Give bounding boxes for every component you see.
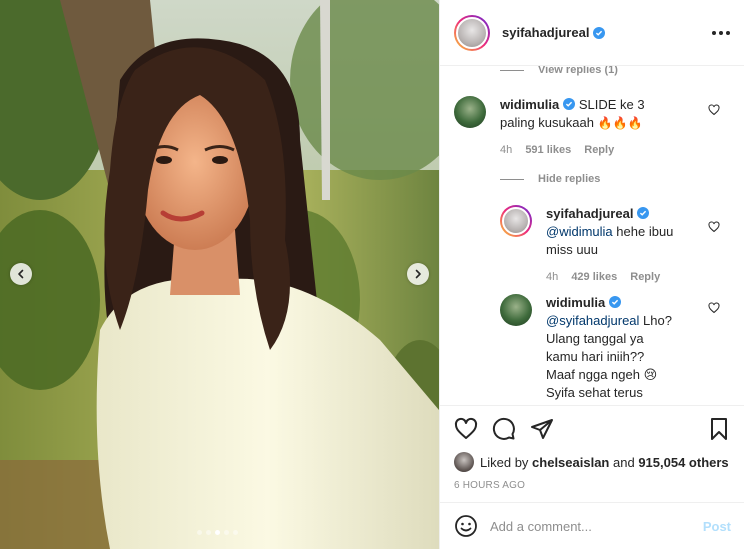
verified-badge-icon <box>593 26 606 39</box>
author-avatar[interactable] <box>454 14 490 51</box>
post-side-panel: syifahadjureal View replies (1) widimuli… <box>439 0 744 549</box>
previous-photo-button[interactable] <box>10 263 32 285</box>
chevron-left-icon <box>18 269 24 279</box>
carousel-indicator <box>197 530 238 535</box>
chevron-right-icon <box>415 269 421 279</box>
reply-button[interactable]: Reply <box>584 144 614 156</box>
share-paper-plane-icon[interactable] <box>530 417 554 441</box>
carousel-dot <box>224 530 229 535</box>
verified-badge-icon <box>563 98 576 110</box>
commenter-avatar[interactable] <box>500 205 532 237</box>
comment-mention[interactable]: @syifahadjureal <box>546 313 639 328</box>
photo-scene <box>0 0 439 549</box>
comment-likes[interactable]: 429 likes <box>571 271 617 283</box>
likes-count-button[interactable]: 915,054 others <box>638 455 728 470</box>
post-actions: Liked by chelseaislan and 915,054 others… <box>440 405 744 491</box>
carousel-dot <box>215 530 220 535</box>
emoji-smiley-icon[interactable] <box>454 514 478 538</box>
comment-username[interactable]: widimulia <box>546 295 605 310</box>
fire-emoji: 🔥🔥🔥 <box>597 116 643 130</box>
comment-username[interactable]: syifahadjureal <box>546 206 633 221</box>
author-username[interactable]: syifahadjureal <box>502 25 589 40</box>
view-replies-label: View replies (1) <box>538 66 618 76</box>
liker-avatar[interactable] <box>454 452 474 472</box>
commenter-avatar[interactable] <box>454 96 486 128</box>
comment-likes[interactable]: 591 likes <box>525 144 571 156</box>
comment-input[interactable] <box>490 518 690 534</box>
liker-username[interactable]: chelseaislan <box>532 455 609 470</box>
hide-replies-label: Hide replies <box>538 173 601 185</box>
carousel-dot <box>206 530 211 535</box>
more-options-button[interactable] <box>712 25 730 41</box>
liked-by-summary: Liked by chelseaislan and 915,054 others <box>440 452 744 472</box>
like-comment-heart-icon[interactable] <box>708 302 720 314</box>
liked-by-prefix: Liked by <box>480 454 529 470</box>
next-photo-button[interactable] <box>407 263 429 285</box>
liked-by-and: and <box>613 454 635 470</box>
comment-reply: widimulia @syifahadjureal Lho? Ulang tan… <box>500 294 720 406</box>
post-timestamp[interactable]: 6 HOURS AGO <box>440 480 744 491</box>
comment-mention[interactable]: @widimulia <box>546 224 613 239</box>
add-comment-bar: Post <box>440 502 744 549</box>
carousel-dot <box>233 530 238 535</box>
comment-username[interactable]: widimulia <box>500 97 559 112</box>
save-bookmark-icon[interactable] <box>707 417 731 441</box>
post-photo <box>0 0 439 549</box>
commenter-avatar[interactable] <box>500 294 532 326</box>
like-heart-icon[interactable] <box>454 417 478 441</box>
comment-reply: syifahadjureal @widimulia hehe ibuu miss… <box>500 205 720 286</box>
comment-bubble-icon[interactable] <box>492 417 516 441</box>
post-comment-button[interactable]: Post <box>703 519 731 534</box>
action-bar <box>440 406 744 452</box>
comment-time[interactable]: 4h <box>500 144 512 156</box>
hide-replies-toggle[interactable]: Hide replies <box>500 173 600 185</box>
like-comment-heart-icon[interactable] <box>708 104 720 116</box>
like-comment-heart-icon[interactable] <box>708 221 720 233</box>
verified-badge-icon <box>609 296 622 308</box>
view-replies-toggle[interactable]: View replies (1) <box>500 66 618 76</box>
verified-badge-icon <box>637 207 650 219</box>
comment: widimulia SLIDE ke 3 paling kusukaah 🔥🔥🔥… <box>454 96 724 159</box>
reply-button[interactable]: Reply <box>630 271 660 283</box>
comment-time[interactable]: 4h <box>546 271 558 283</box>
comments-list: View replies (1) widimulia SLIDE ke 3 pa… <box>440 66 744 406</box>
post-header: syifahadjureal <box>440 0 744 66</box>
carousel-dot <box>197 530 202 535</box>
instagram-post-modal: syifahadjureal View replies (1) widimuli… <box>0 0 744 549</box>
